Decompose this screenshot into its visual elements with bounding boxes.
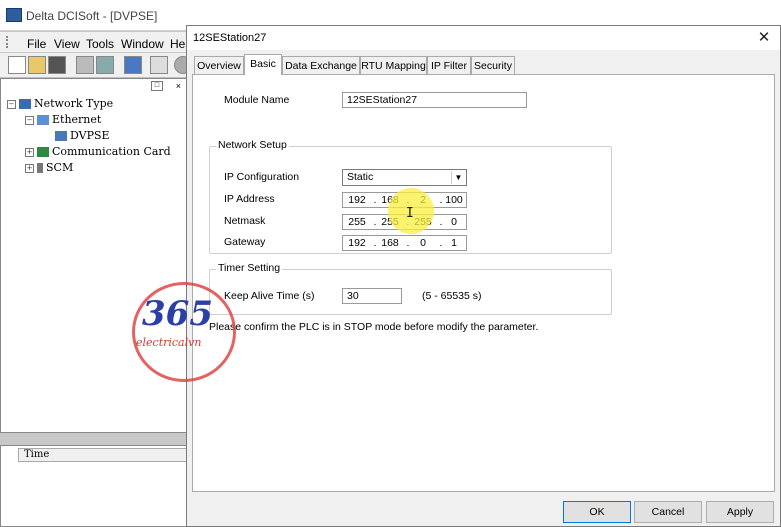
tree-label: SCM [46,161,74,174]
gateway-field[interactable]: 192 . 168 . 0 . 1 [342,235,467,251]
gateway-octet[interactable]: 192 [345,237,369,249]
ok-button[interactable]: OK [563,501,631,523]
log-header: Time [18,448,188,462]
text-cursor-icon: I [406,206,414,221]
dialog-titlebar: 12SEStation27 ✕ [187,26,780,50]
grip-icon [6,36,16,48]
gateway-label: Gateway [224,236,266,248]
ip-configuration-select[interactable]: Static ▼ [342,169,467,186]
timer-setting-group: Timer Setting Keep Alive Time (s) 30 (5 … [209,262,612,315]
tree-label: Ethernet [52,113,102,126]
expand-icon[interactable]: + [25,163,34,173]
network-setup-title: Network Setup [216,139,289,151]
menu-view[interactable]: View [54,37,80,51]
cancel-button[interactable]: Cancel [634,501,702,523]
network-icon [19,99,31,109]
toolbar [0,53,200,78]
gateway-octet[interactable]: 1 [442,237,466,249]
ip-address-label: IP Address [224,193,275,205]
collapse-icon[interactable]: − [25,115,34,125]
stop-mode-warning: Please confirm the PLC is in STOP mode b… [209,321,539,333]
keep-alive-range: (5 - 65535 s) [422,290,482,302]
tree-label: DVPSE [70,129,110,142]
tree-label: Communication Card [52,145,171,158]
module-name-label: Module Name [224,94,290,106]
expand-icon[interactable]: + [25,147,34,157]
basic-tab-content: Module Name 12SEStation27 Network Setup … [192,74,775,492]
tab-rtu-mapping[interactable]: RTU Mapping [360,56,427,74]
tree-label: Network Type [34,97,114,110]
close-icon[interactable]: ✕ [753,28,775,48]
tool-icon[interactable] [150,56,168,74]
panel-close-icon[interactable]: × [176,81,181,91]
dialog-title: 12SEStation27 [193,32,267,44]
tab-security[interactable]: Security [471,56,515,74]
tree-item-dvpse[interactable]: DVPSE [55,129,110,142]
netmask-label: Netmask [224,215,266,227]
tree-item-scm[interactable]: + SCM [25,161,73,174]
menu-window[interactable]: Window [121,37,164,51]
keep-alive-label: Keep Alive Time (s) [224,290,315,302]
new-file-icon[interactable] [8,56,26,74]
tree-item-communication-card[interactable]: + Communication Card [25,145,171,158]
card-icon [37,147,49,157]
apply-button[interactable]: Apply [706,501,774,523]
timer-setting-title: Timer Setting [216,262,283,274]
netmask-octet[interactable]: 255 [345,216,369,228]
gateway-octet[interactable]: 0 [411,237,435,249]
tab-data-exchange[interactable]: Data Exchange [282,56,360,74]
menu-file[interactable]: File [27,37,46,51]
collapse-icon[interactable]: − [7,99,16,109]
print-icon[interactable] [76,56,94,74]
properties-dialog: 12SEStation27 ✕ Overview Basic Data Exch… [186,25,781,527]
app-icon [6,8,22,22]
keep-alive-input[interactable]: 30 [342,288,402,304]
ip-configuration-value: Static [347,171,374,183]
menu-tools[interactable]: Tools [86,37,114,51]
save-icon[interactable] [48,56,66,74]
tree-item-ethernet[interactable]: − Ethernet [25,113,101,126]
app-title: Delta DCISoft - [DVPSE] [26,9,158,23]
ip-octet[interactable]: 192 [345,194,369,206]
gateway-octet[interactable]: 168 [378,237,402,249]
device-icon [55,131,67,141]
ip-configuration-label: IP Configuration [224,171,300,183]
open-folder-icon[interactable] [28,56,46,74]
watermark-number: 365 [142,294,213,334]
netmask-octet[interactable]: 0 [442,216,466,228]
menubar: File View Tools Window Hel [0,32,200,52]
network-tree-panel: □ × − Network Type − Ethernet DVPSE + Commu… [0,78,188,433]
print-preview-icon[interactable] [96,56,114,74]
watermark-subtitle: electricalvn [136,336,202,349]
tab-basic[interactable]: Basic [244,54,282,75]
panel-restore-icon[interactable]: □ [151,81,163,91]
chevron-down-icon[interactable]: ▼ [451,171,465,184]
scm-icon [37,163,43,173]
tree-item-network-type[interactable]: − Network Type [7,97,113,110]
time-column-header[interactable]: Time [24,449,49,460]
ethernet-icon [37,115,49,125]
refresh-icon[interactable] [124,56,142,74]
tab-ip-filter[interactable]: IP Filter [427,56,471,74]
module-name-input[interactable]: 12SEStation27 [342,92,527,108]
ip-octet[interactable]: 100 [442,194,466,206]
tab-overview[interactable]: Overview [194,56,244,74]
